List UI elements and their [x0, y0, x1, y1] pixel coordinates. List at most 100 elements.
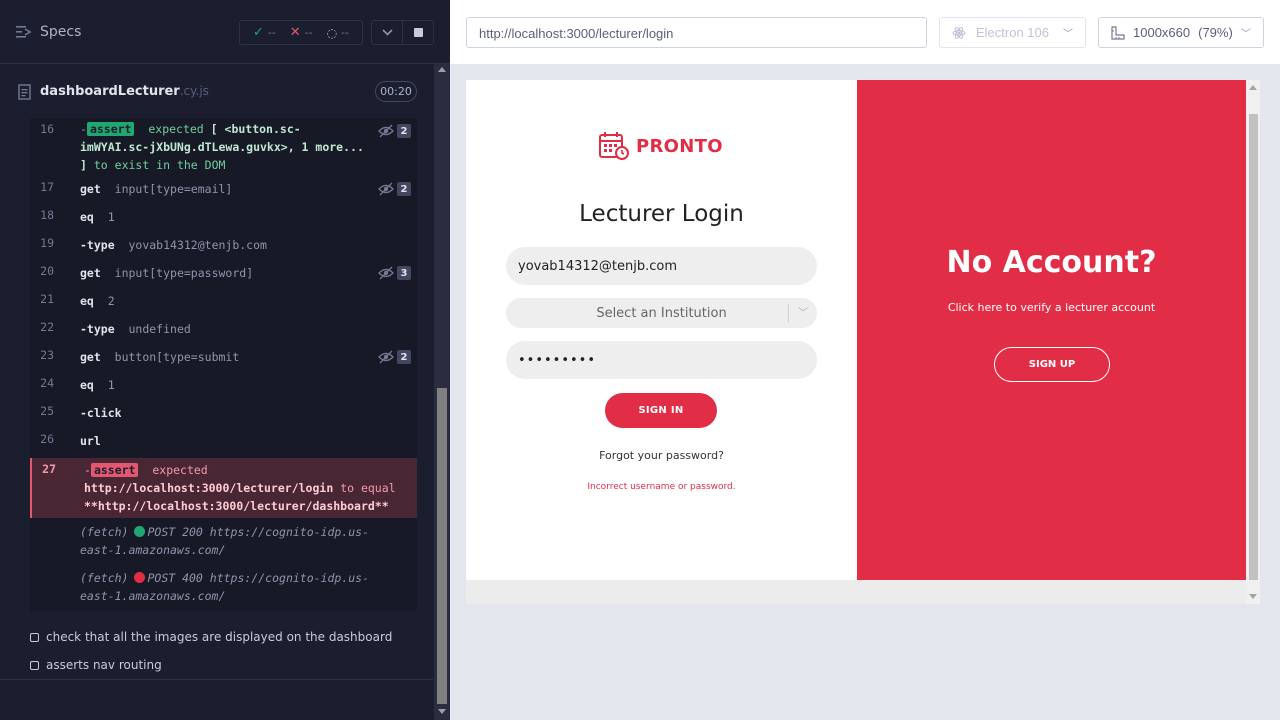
command-row[interactable]: 19 -type yovab14312@tenjb.com [30, 236, 417, 256]
test-item[interactable]: asserts nav routing [30, 658, 162, 672]
command-log: 16 - assert expected [ <button.sc- imWYAI… [30, 118, 417, 611]
divider [0, 679, 433, 680]
hidden-elements-indicator: 2 [378, 182, 411, 196]
url-bar[interactable]: http://localhost:3000/lecturer/login [466, 17, 927, 48]
calendar-logo-icon [599, 132, 629, 160]
command-name: url [80, 434, 101, 448]
preview-toolbar: http://localhost:3000/lecturer/login Ele… [450, 0, 1280, 64]
hidden-elements-indicator: 2 [378, 124, 411, 138]
fetch-method: POST 200 https://cognito-idp.us- [147, 525, 370, 539]
element-count-badge: 2 [397, 350, 411, 364]
command-name: eq [80, 294, 94, 308]
sign-in-button[interactable]: SIGN IN [605, 393, 717, 428]
sign-up-button[interactable]: SIGN UP [994, 347, 1110, 382]
chevron-down-icon: ﹀ [1240, 29, 1251, 40]
command-row[interactable]: 24 eq 1 [30, 376, 417, 396]
brand-name: PRONTO [636, 135, 723, 157]
pending-circle-icon: ◌ [326, 25, 338, 40]
assert-tag: assert [86, 122, 135, 136]
fetch-row[interactable]: (fetch) POST 400 https://cognito-idp.us- … [30, 569, 417, 607]
command-row[interactable]: 25 -click [30, 404, 417, 424]
brand-logo: PRONTO [598, 131, 723, 161]
reporter-header: Specs ✓ -- ✕ -- ◌ -- [0, 0, 450, 64]
assert-value: [ <button.sc- [210, 122, 301, 136]
assert-message: to exist in the DOM [93, 158, 226, 172]
assert-expected-value: **http://localhost:3000/lecturer/dashboa… [84, 499, 389, 513]
institution-select[interactable]: Select an Institution ﹀ [506, 298, 817, 328]
viewport-selector[interactable]: 1000x660 (79%) ﹀ [1098, 17, 1264, 48]
hidden-elements-indicator: 2 [378, 350, 411, 364]
scroll-down-icon[interactable] [438, 709, 446, 714]
test-item[interactable]: check that all the images are displayed … [30, 630, 392, 644]
command-number: 26 [40, 432, 54, 446]
scroll-down-icon[interactable] [1249, 594, 1257, 599]
email-input[interactable]: yovab14312@tenjb.com [506, 247, 817, 285]
verify-text: Click here to verify a lecturer account [947, 301, 1156, 314]
failed-command-row[interactable]: 27 - assert expected http://localhost:300… [30, 458, 417, 518]
stop-button[interactable] [402, 20, 434, 45]
element-count-badge: 3 [397, 266, 411, 280]
test-status-icon [30, 632, 39, 642]
command-row[interactable]: 17 get input[type=email] 2 [30, 180, 417, 200]
command-number: 24 [40, 376, 54, 390]
scroll-up-icon[interactable] [438, 67, 446, 72]
assert-expected: expected [148, 122, 204, 136]
browser-selector[interactable]: Electron 106 ﹀ [939, 17, 1086, 48]
command-name: get [80, 350, 101, 364]
app-preview-panel: http://localhost:3000/lecturer/login Ele… [450, 0, 1280, 720]
assert-actual-value: http://localhost:3000/lecturer/login [84, 481, 334, 495]
login-title: Lecturer Login [579, 201, 744, 227]
command-number: 25 [40, 404, 54, 418]
command-name: eq [80, 210, 94, 224]
file-icon [18, 84, 31, 100]
reporter-panel: Specs ✓ -- ✕ -- ◌ -- dashboardLecturer.cy.j… [0, 0, 450, 720]
viewport-zoom: (79%) [1198, 25, 1233, 40]
eye-slash-icon [378, 350, 394, 364]
forgot-password-link[interactable]: Forgot your password? [466, 449, 857, 462]
eye-slash-icon [378, 182, 394, 196]
eye-slash-icon [378, 124, 394, 138]
password-input[interactable]: ••••••••• [506, 341, 817, 379]
command-arg: input[type=password] [114, 266, 254, 280]
command-number: 27 [42, 462, 56, 476]
status-dot-success [134, 526, 146, 537]
command-arg: 2 [107, 294, 115, 308]
scroll-up-icon[interactable] [1249, 85, 1257, 90]
spec-file-basename: dashboardLecturer [40, 84, 180, 99]
spec-file-name[interactable]: dashboardLecturer.cy.js [40, 84, 209, 99]
assert-value-end: ] [80, 158, 87, 172]
command-row[interactable]: 16 - assert expected [ <button.sc- imWYAI… [30, 120, 417, 176]
failed-x-icon: ✕ [289, 25, 301, 40]
command-number: 22 [40, 320, 54, 334]
fetch-url-cont: east-1.amazonaws.com/ [80, 589, 226, 603]
app-scroll-thumb[interactable] [1249, 114, 1258, 580]
command-number: 19 [40, 236, 54, 250]
stats-bar: ✓ -- ✕ -- ◌ -- [239, 20, 363, 45]
status-dot-error [134, 572, 146, 583]
command-row[interactable]: 18 eq 1 [30, 208, 417, 228]
hidden-elements-indicator: 3 [378, 266, 411, 280]
reporter-scroll-thumb[interactable] [437, 388, 447, 704]
spec-duration: 00:20 [375, 81, 417, 102]
specs-list-icon[interactable] [16, 25, 32, 39]
element-count-badge: 2 [397, 124, 411, 138]
command-arg: 1 [107, 210, 115, 224]
command-row[interactable]: 22 -type undefined [30, 320, 417, 340]
command-row[interactable]: 20 get input[type=password] 3 [30, 264, 417, 284]
fetch-row[interactable]: (fetch) POST 200 https://cognito-idp.us- … [30, 523, 417, 561]
specs-label[interactable]: Specs [40, 24, 81, 40]
fetch-label: (fetch) [80, 525, 129, 539]
institution-placeholder: Select an Institution [596, 305, 727, 321]
command-name: -click [80, 406, 122, 420]
test-title: asserts nav routing [46, 658, 162, 672]
command-row[interactable]: 26 url [30, 432, 417, 452]
command-number: 16 [40, 122, 54, 136]
login-error-message: Incorrect username or password. [587, 482, 736, 492]
stop-icon [413, 28, 423, 37]
select-separator [788, 304, 789, 322]
command-row[interactable]: 21 eq 2 [30, 292, 417, 312]
command-dash: - [84, 463, 91, 477]
command-arg: yovab14312@tenjb.com [128, 238, 267, 252]
auto-scroll-button[interactable] [371, 20, 403, 45]
command-row[interactable]: 23 get button[type=submit 2 [30, 348, 417, 368]
